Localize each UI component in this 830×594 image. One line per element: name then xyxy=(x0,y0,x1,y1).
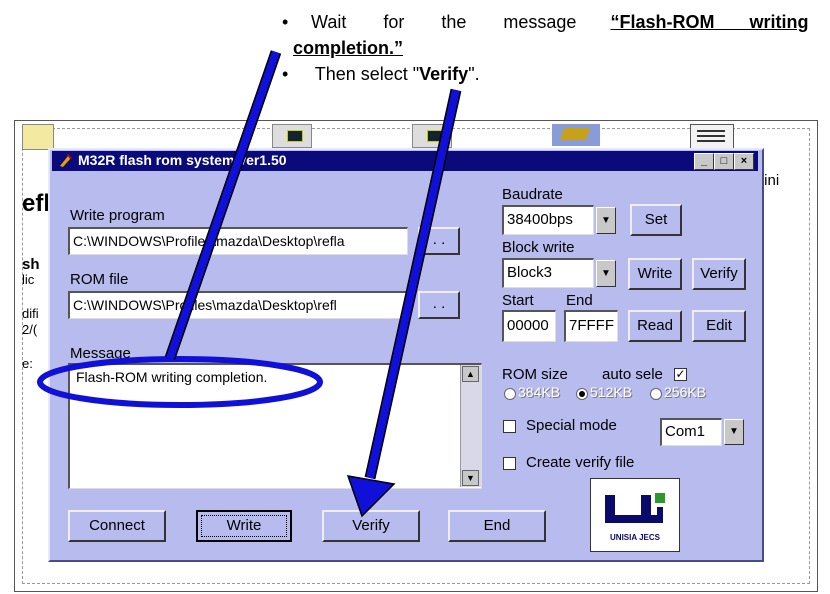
arrow-2 xyxy=(366,89,460,479)
arrow-2-head xyxy=(346,475,396,518)
highlight-ellipse xyxy=(37,356,323,408)
annotation-overlay xyxy=(37,50,462,518)
arrow-1 xyxy=(166,50,280,360)
